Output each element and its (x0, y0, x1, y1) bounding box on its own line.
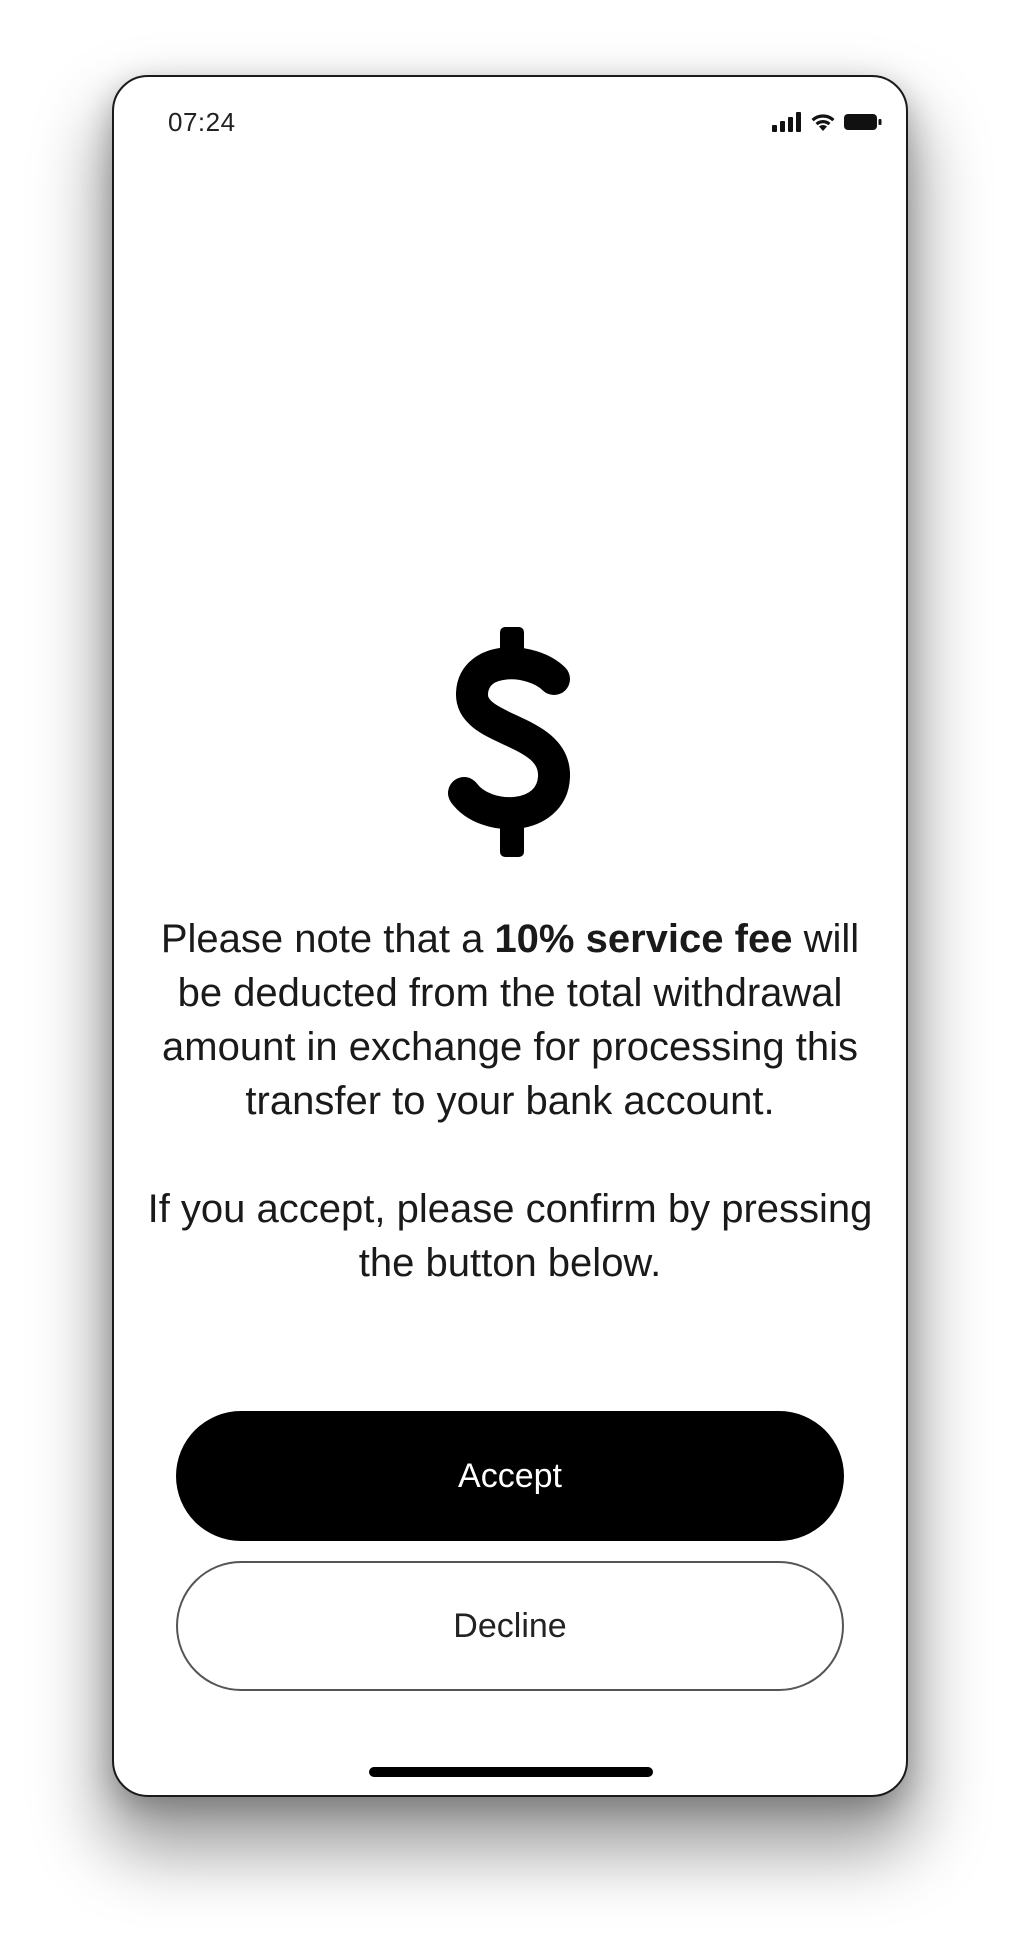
decline-button-label: Decline (453, 1606, 567, 1645)
cellular-signal-icon (772, 112, 802, 132)
confirm-instruction: If you accept, please confirm by pressin… (147, 1187, 873, 1285)
home-indicator[interactable] (369, 1767, 653, 1777)
status-time: 07:24 (168, 107, 236, 137)
status-bar: 07:24 (114, 77, 906, 167)
status-icons (772, 109, 882, 135)
decline-button[interactable]: Decline (176, 1561, 844, 1691)
fee-highlight: 10% service fee (494, 917, 793, 961)
accept-button-label: Accept (458, 1456, 562, 1495)
wifi-icon (810, 112, 836, 132)
battery-icon (844, 112, 882, 132)
accept-button[interactable]: Accept (176, 1411, 844, 1541)
fee-notice-paragraph: Please note that a 10% service fee will … (144, 912, 876, 1128)
fee-notice-prefix: Please note that a (160, 917, 495, 961)
dollar-icon (444, 627, 578, 857)
fee-notice-message: Please note that a 10% service fee will … (144, 912, 876, 1290)
phone-frame: 07:24 Please note that a 10% service fee… (112, 75, 908, 1797)
